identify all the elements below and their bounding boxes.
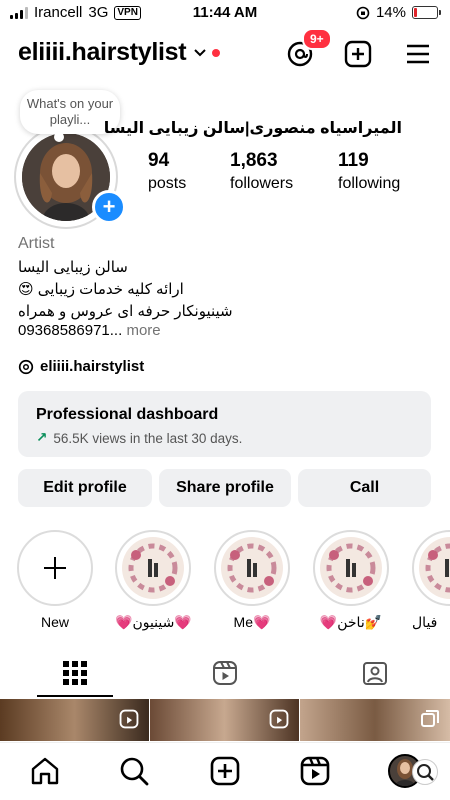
dashboard-title: Professional dashboard bbox=[36, 406, 219, 423]
bio-line-1: سالن زیبایی الیسا bbox=[18, 259, 128, 276]
edit-profile-button[interactable]: Edit profile bbox=[18, 469, 152, 507]
carrier-name: Irancell bbox=[34, 4, 83, 21]
highlight-circle bbox=[17, 530, 93, 606]
professional-dashboard[interactable]: Professional dashboard ↗ 56.5K views in … bbox=[18, 391, 431, 457]
highlight-circle bbox=[214, 530, 290, 606]
stat-label: posts bbox=[148, 175, 187, 192]
full-name: المیراسیاه منصوری|سالن زیبایی الیسا bbox=[103, 120, 402, 137]
share-profile-button[interactable]: Share profile bbox=[159, 469, 291, 507]
orientation-lock-icon bbox=[356, 6, 370, 19]
highlight-item[interactable]: 💗شینیون💗 bbox=[115, 530, 192, 631]
stat-following[interactable]: 119 following bbox=[338, 150, 400, 193]
reels-icon bbox=[213, 661, 237, 685]
create-button[interactable] bbox=[344, 40, 372, 68]
reels-icon bbox=[300, 756, 330, 786]
highlight-label: فیال bbox=[412, 614, 438, 630]
post-thumbnail[interactable] bbox=[150, 699, 299, 741]
magnifier-logo-icon bbox=[417, 764, 434, 781]
stat-label: following bbox=[338, 175, 401, 192]
chevron-down-icon bbox=[194, 45, 207, 60]
bio-line-4: 09368586971... more bbox=[18, 322, 161, 339]
highlight-label: 💗شینیون💗 bbox=[115, 614, 192, 630]
reel-indicator-icon bbox=[269, 709, 289, 729]
stat-value: 1,863 bbox=[230, 150, 278, 171]
tab-reels[interactable] bbox=[150, 651, 300, 697]
highlight-item[interactable]: 💗ناخن💅 bbox=[313, 530, 389, 631]
reel-indicator-icon bbox=[119, 709, 139, 729]
call-button[interactable]: Call bbox=[298, 469, 431, 507]
plus-icon bbox=[44, 557, 66, 579]
highlight-circle bbox=[313, 530, 389, 606]
grid-icon bbox=[63, 661, 87, 685]
signal-icon bbox=[10, 6, 28, 19]
bio-line-3: شینیونکار حرفه ای عروس و همراه bbox=[18, 303, 233, 320]
dashboard-subtitle: ↗ 56.5K views in the last 30 days. bbox=[36, 430, 413, 446]
tagged-icon bbox=[363, 662, 387, 685]
vpn-badge: VPN bbox=[114, 5, 141, 20]
status-left: Irancell 3G VPN bbox=[10, 4, 141, 21]
highlight-cover bbox=[320, 537, 382, 599]
stat-value: 94 bbox=[148, 150, 170, 171]
profile-header: eliiii.hairstylist 9+ bbox=[18, 28, 434, 76]
highlight-label: Me💗 bbox=[233, 614, 271, 630]
threads-badge: 9+ bbox=[302, 28, 332, 50]
bio-phone[interactable]: 09368586971... bbox=[18, 322, 122, 339]
add-story-button[interactable]: + bbox=[92, 190, 126, 224]
tab-tagged[interactable] bbox=[300, 651, 450, 697]
bio-more-link[interactable]: more bbox=[122, 322, 160, 339]
highlight-circle bbox=[412, 530, 450, 606]
trend-up-icon: ↗ bbox=[36, 430, 48, 445]
plus-square-icon bbox=[344, 40, 372, 68]
highlight-label: 💗ناخن💅 bbox=[319, 614, 383, 630]
battery-icon bbox=[412, 6, 441, 19]
stat-posts[interactable]: 94 posts bbox=[148, 150, 186, 193]
stat-value: 119 bbox=[338, 150, 369, 171]
bottom-nav bbox=[0, 742, 450, 800]
hamburger-menu-icon bbox=[407, 44, 429, 64]
bio-line-2: ارائه کلیه خدمات زیبایی 😍 bbox=[18, 281, 184, 298]
content-tabs bbox=[0, 651, 450, 697]
nav-create[interactable] bbox=[209, 755, 241, 787]
highlight-item[interactable]: Me💗 bbox=[214, 530, 290, 631]
highlight-new[interactable]: New bbox=[17, 530, 93, 630]
menu-button[interactable] bbox=[404, 40, 432, 68]
network-type: 3G bbox=[88, 4, 109, 21]
stat-label: followers bbox=[230, 175, 294, 192]
search-icon bbox=[120, 757, 149, 786]
tab-posts-grid[interactable] bbox=[0, 651, 150, 697]
create-icon bbox=[210, 756, 240, 786]
stat-followers[interactable]: 1,863 followers bbox=[230, 150, 293, 193]
highlight-label: New bbox=[40, 614, 69, 630]
nav-home[interactable] bbox=[29, 755, 61, 787]
threads-icon bbox=[18, 359, 34, 374]
header-username: eliiii.hairstylist bbox=[18, 38, 187, 66]
home-icon bbox=[31, 757, 59, 785]
post-thumbnail[interactable] bbox=[0, 699, 149, 741]
threads-handle: eliiii.hairstylist bbox=[40, 358, 145, 375]
highlight-item[interactable]: فیال bbox=[412, 530, 450, 631]
post-thumbnail[interactable] bbox=[300, 699, 450, 741]
highlight-cover bbox=[122, 537, 184, 599]
watermark-logo bbox=[412, 759, 438, 785]
notification-dot bbox=[212, 48, 221, 57]
dashboard-views: 56.5K views in the last 30 days. bbox=[53, 430, 243, 446]
battery-percent: 14% bbox=[375, 4, 406, 21]
status-bar: Irancell 3G VPN 11:44 AM 14% bbox=[0, 0, 450, 26]
account-switcher[interactable]: eliiii.hairstylist bbox=[18, 38, 221, 67]
nav-reels[interactable] bbox=[299, 755, 331, 787]
highlight-circle bbox=[115, 530, 191, 606]
highlight-cover bbox=[419, 537, 450, 599]
highlight-cover bbox=[221, 537, 283, 599]
status-right: 14% bbox=[356, 4, 441, 21]
threads-profile-link[interactable]: eliiii.hairstylist bbox=[18, 358, 144, 375]
carousel-indicator-icon bbox=[421, 710, 439, 727]
nav-search[interactable] bbox=[118, 755, 150, 787]
posts-grid bbox=[0, 699, 450, 741]
threads-button[interactable]: 9+ bbox=[286, 28, 332, 68]
profile-category: Artist bbox=[18, 235, 55, 252]
